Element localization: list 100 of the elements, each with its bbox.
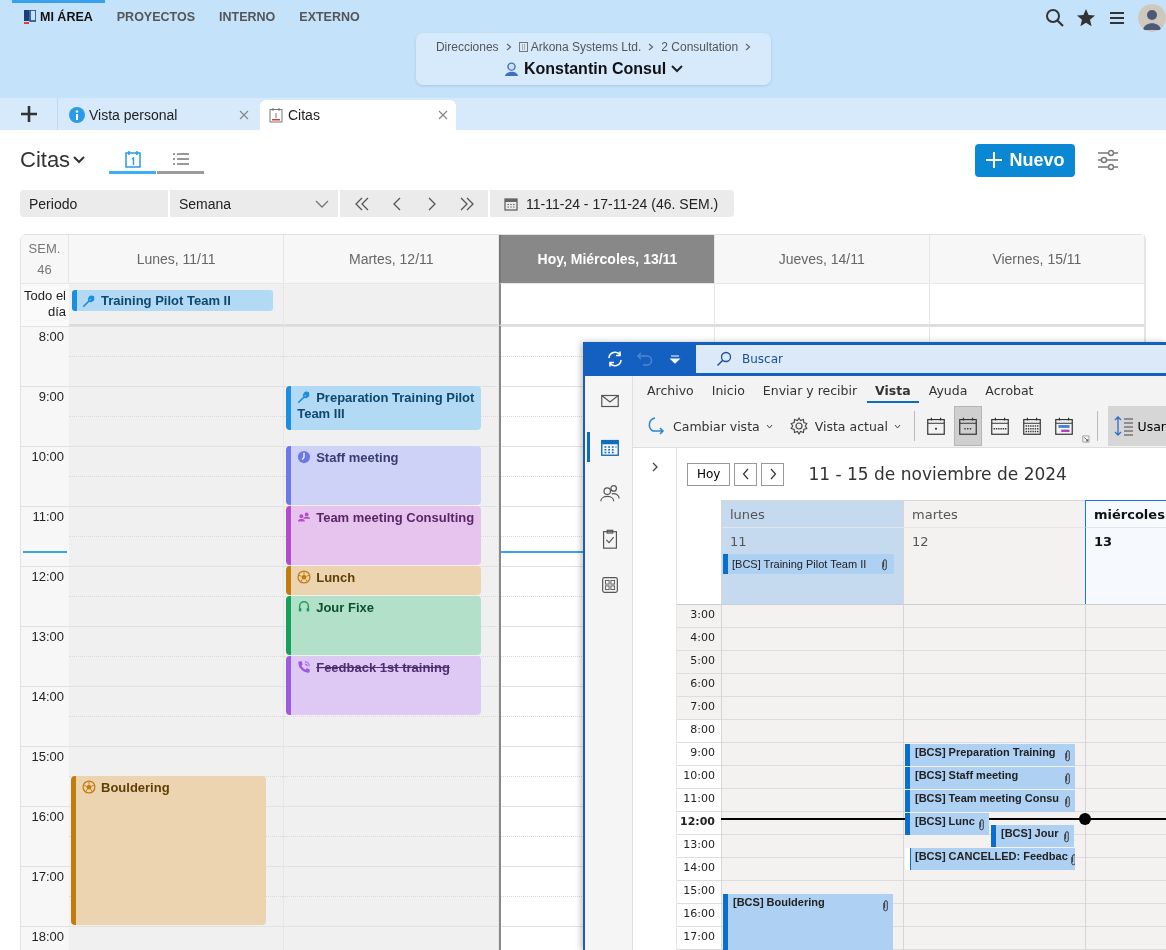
search-icon[interactable] [1045, 8, 1065, 28]
building-icon [518, 41, 528, 52]
day-number: 13 [1093, 534, 1114, 549]
day-header[interactable]: Lunes, 11/11 [69, 235, 285, 284]
chevron-right-icon [745, 42, 752, 51]
calendar-event[interactable]: Lunch [286, 566, 482, 595]
sliders-icon[interactable] [1097, 149, 1119, 171]
ribbon-tab[interactable]: Acrobat [977, 378, 1042, 403]
new-button[interactable]: Nuevo [975, 143, 1075, 177]
nav-tab[interactable]: INTERNO [207, 0, 288, 31]
week-number: 46 [37, 262, 52, 277]
paperclip-icon [1064, 795, 1071, 808]
time-label: 15:00 [31, 749, 64, 764]
ribbon-tab[interactable]: Ayuda [920, 378, 976, 403]
previous-button[interactable] [734, 462, 758, 486]
time-label: 18:00 [31, 929, 64, 944]
week-label: SEM. [28, 241, 61, 256]
double-chevron-left-icon [353, 196, 370, 211]
time-label: 10:00 [31, 449, 64, 464]
people-icon [297, 510, 312, 524]
nav-tab[interactable]: EXTERNO [287, 0, 372, 31]
time-label: 11:00 [32, 509, 64, 524]
plus-icon [19, 105, 38, 123]
ribbon-tab[interactable]: Vista [867, 378, 919, 403]
work-week-view-icon[interactable] [953, 406, 983, 446]
chevron-right-icon [648, 42, 655, 51]
document-tab[interactable]: Vista personal [61, 100, 257, 130]
next-button[interactable] [761, 462, 785, 486]
logo-icon [24, 10, 36, 24]
calendar-event[interactable]: Bouldering [71, 776, 267, 925]
calendar-event[interactable]: [BCS] Staff meeting [905, 767, 1075, 789]
calendar-event[interactable]: [BCS] CANCELLED: Feedbac [905, 847, 1075, 870]
person-icon [503, 61, 519, 76]
ribbon-tab[interactable]: Inicio [703, 378, 753, 403]
ribbon-tab[interactable]: Enviar y recibir [754, 378, 866, 403]
chevron-down-icon [315, 199, 329, 208]
dialog-launcher-icon[interactable] [1082, 434, 1090, 444]
plus-icon [985, 151, 1004, 169]
day-header[interactable]: Hoy, Miércoles, 13/11 [499, 235, 715, 284]
all-day-event[interactable]: Training Pilot Team II [72, 290, 274, 311]
time-label: 12:00 [31, 569, 64, 584]
ribbon-command[interactable]: Vista actual [782, 414, 907, 438]
calendar-event[interactable]: [BCS] Preparation Training [905, 744, 1075, 766]
date-range[interactable]: 11-11-24 - 17-11-24 (46. SEM.) [526, 195, 719, 212]
time-label: 17:00 [31, 869, 64, 884]
time-label: 13:00 [31, 629, 64, 644]
chevron-right-icon [505, 42, 512, 51]
today-button[interactable]: Hoy [687, 462, 731, 486]
breadcrumb-link[interactable]: Arkona Systems Ltd. [518, 39, 642, 54]
ribbon-command[interactable]: Cambiar vista [641, 414, 779, 438]
calendar-event[interactable]: Jour Fixe [286, 596, 482, 655]
search-field[interactable]: Buscar [696, 345, 1166, 373]
breadcrumb-link[interactable]: Direcciones [435, 39, 499, 54]
calendar-event[interactable]: Staff meeting [286, 446, 482, 505]
calendar-event[interactable]: [BCS] Team meeting Consu [905, 790, 1075, 812]
calendar-event[interactable]: [BCS] Bouldering [723, 893, 893, 950]
double-chevron-right-icon [458, 196, 475, 211]
chevron-down-icon [765, 423, 773, 429]
calendar-event[interactable]: Team meeting Consulting [286, 506, 482, 565]
time-label: 14:00 [31, 689, 64, 704]
chevron-down-icon [671, 64, 684, 73]
calendar-event[interactable]: [BCS] Jour [991, 824, 1074, 847]
info-icon [69, 107, 85, 123]
nav-tab[interactable]: PROYECTOS [104, 0, 208, 31]
close-icon[interactable] [239, 110, 249, 120]
time-label: 5:00 [677, 651, 721, 674]
calendar-event[interactable]: Feedback 1st training [286, 656, 482, 715]
document-tab[interactable]: Citas [260, 100, 456, 130]
avatar[interactable] [1138, 4, 1166, 32]
current-time-line [23, 551, 67, 553]
time-label: 7:00 [677, 697, 721, 720]
time-label: 8:00 [38, 329, 64, 344]
chevron-right-icon [768, 468, 777, 480]
ribbon-command[interactable]: Usar [1107, 406, 1166, 446]
all-day-label: Todo el día [21, 284, 69, 326]
date-range-title: 11 - 15 de noviembre de 2024 [808, 464, 1067, 484]
paperclip-icon [1069, 852, 1075, 866]
day-header[interactable]: Viernes, 15/11 [929, 235, 1145, 284]
calendar-icon [268, 107, 284, 123]
expand-icon[interactable] [650, 462, 659, 472]
ribbon-tab[interactable]: Archivo [639, 378, 702, 403]
all-day-event[interactable]: [BCS] Training Pilot Team II [723, 554, 894, 574]
close-icon[interactable] [438, 110, 448, 120]
contact-title[interactable]: Konstantin Consul [497, 58, 690, 79]
period-dropdown[interactable]: Semana [170, 190, 340, 217]
time-label: 16:00 [31, 809, 64, 824]
day-header[interactable]: Martes, 12/11 [284, 235, 500, 284]
star-icon[interactable] [1076, 8, 1096, 28]
weekday-header: miércoles [1085, 500, 1166, 528]
page-title-dropdown[interactable]: Citas [20, 147, 86, 173]
breadcrumb-link[interactable]: 2 Consultation [661, 39, 739, 54]
day-header[interactable]: Jueves, 14/11 [714, 235, 930, 284]
time-label: 3:00 [677, 605, 721, 628]
day-number: 12 [911, 534, 930, 549]
calendar-event[interactable]: [BCS] Lunc [905, 813, 989, 835]
nav-tab[interactable]: MI ÁREA [12, 0, 105, 31]
calendar-event[interactable]: Preparation Training Pilot Team III [286, 386, 482, 430]
day-number: 11 [729, 534, 748, 549]
time-label: 4:00 [677, 628, 721, 651]
paperclip-icon [1064, 749, 1071, 762]
